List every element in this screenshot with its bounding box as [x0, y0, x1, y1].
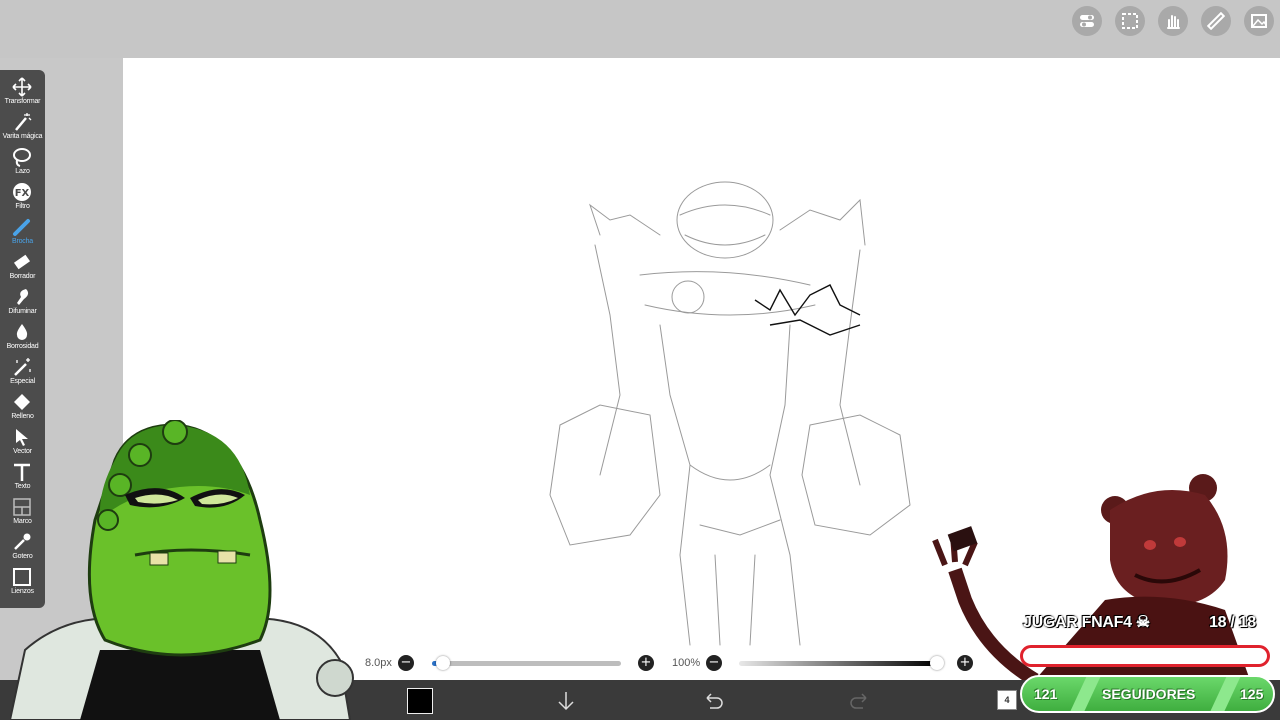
blur-drop-icon [16, 324, 28, 340]
gallery-icon[interactable] [1244, 6, 1274, 36]
lasso-icon [13, 148, 31, 167]
tool-transformar[interactable]: Transformar [0, 75, 45, 110]
goal-title: JUGAR FNAF4 ☠ [1023, 614, 1150, 631]
top-bar [0, 0, 1280, 58]
tool-filtro[interactable]: FX Filtro [0, 180, 45, 215]
opacity-label: 100% [672, 657, 701, 669]
followers-goal: 125 [1240, 686, 1264, 702]
move-icon [12, 77, 32, 97]
magic-wand-icon [15, 113, 32, 131]
toggle-icon[interactable] [1072, 6, 1102, 36]
tool-lazo[interactable]: Lazo [0, 145, 45, 180]
undo-icon[interactable] [702, 690, 724, 712]
tool-borrador[interactable]: Borrador [0, 250, 45, 285]
goal-progress-bar [1020, 645, 1270, 667]
brush-size-label: 8.0px [365, 657, 392, 669]
brush-size-decrease-button[interactable]: − [398, 655, 414, 671]
arrow-down-icon[interactable] [555, 690, 577, 712]
cartoon-character-overlay [10, 420, 354, 720]
brush-size-slider[interactable] [432, 661, 621, 666]
tool-borrosidad[interactable]: Borrosidad [0, 320, 45, 355]
goal-text: JUGAR FNAF4 ☠ 18 / 18 [1023, 612, 1256, 632]
tool-brocha[interactable]: Brocha [0, 215, 45, 250]
layers-button[interactable]: 4 [997, 690, 1017, 710]
selection-icon[interactable] [1115, 6, 1145, 36]
followers-label: SEGUIDORES [1102, 686, 1196, 702]
fx-filter-icon: FX [13, 183, 31, 201]
brush-icon [13, 219, 30, 236]
smudge-icon [17, 289, 29, 305]
followers-current: 121 [1034, 686, 1058, 702]
brush-size-knob[interactable] [435, 656, 450, 670]
svg-text:FX: FX [15, 188, 30, 199]
color-swatch[interactable] [407, 688, 433, 714]
goal-count: 18 / 18 [1209, 614, 1256, 631]
followers-bar: 121 SEGUIDORES 125 [1020, 675, 1275, 713]
ruler-icon[interactable] [1201, 6, 1231, 36]
tool-difuminar[interactable]: Difuminar [0, 285, 45, 320]
opacity-decrease-button[interactable]: − [706, 655, 722, 671]
tool-varita-magica[interactable]: Varita mágica [0, 110, 45, 145]
tool-especial[interactable]: Especial [0, 355, 45, 390]
fill-bucket-icon [14, 394, 30, 410]
hand-icon[interactable] [1158, 6, 1188, 36]
pencil-sketch [549, 181, 911, 646]
special-wand-icon [14, 358, 31, 376]
eraser-icon [13, 254, 31, 270]
redo-icon[interactable] [849, 690, 871, 712]
brush-size-increase-button[interactable]: + [638, 655, 654, 671]
